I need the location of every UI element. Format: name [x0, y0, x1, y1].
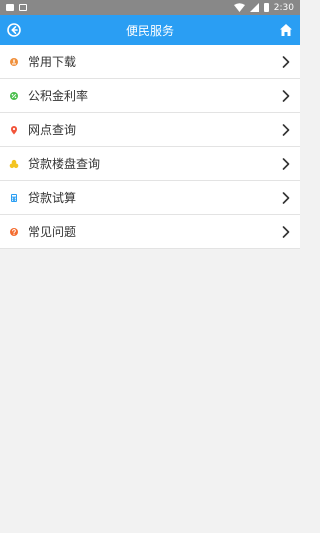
chevron-right-icon: [282, 225, 290, 238]
menu-item-fund-rate[interactable]: 公积金利率: [0, 79, 300, 113]
menu-item-loan-property-search[interactable]: 贷款楼盘查询: [0, 147, 300, 181]
download-icon: [9, 57, 19, 67]
building-coins-icon: [9, 159, 19, 169]
menu-item-label: 网点查询: [28, 123, 77, 137]
menu-item-branch-search[interactable]: 网点查询: [0, 113, 300, 147]
chevron-right-icon: [282, 55, 290, 68]
menu-item-label: 常用下载: [28, 55, 77, 69]
status-time: 2:30: [273, 2, 294, 13]
location-pin-icon: [9, 125, 19, 135]
menu-item-label: 贷款楼盘查询: [28, 157, 101, 171]
service-menu-list: 常用下载 公积金利率 网点查询 贷款楼盘查询 贷款试算 常见问题: [0, 45, 300, 249]
back-button[interactable]: [6, 22, 22, 38]
chevron-right-icon: [282, 157, 290, 170]
menu-item-faq[interactable]: 常见问题: [0, 215, 300, 249]
app-notification-icon: [19, 4, 27, 11]
battery-icon: [263, 3, 269, 12]
menu-item-label: 贷款试算: [28, 191, 77, 205]
signal-icon: [249, 3, 259, 12]
wifi-icon: [233, 3, 245, 12]
status-bar: 2:30: [0, 0, 300, 15]
status-left: [6, 4, 27, 11]
menu-item-downloads[interactable]: 常用下载: [0, 45, 300, 79]
calculator-icon: [9, 193, 19, 203]
page-title: 便民服务: [125, 23, 174, 38]
menu-item-label: 常见问题: [28, 225, 77, 239]
back-arrow-icon: [7, 23, 21, 37]
menu-item-label: 公积金利率: [28, 89, 89, 103]
chevron-right-icon: [282, 123, 290, 136]
question-icon: [9, 227, 19, 237]
app-bar: 便民服务: [0, 15, 300, 45]
menu-item-loan-calculator[interactable]: 贷款试算: [0, 181, 300, 215]
notification-icon: [6, 4, 14, 11]
chevron-right-icon: [282, 191, 290, 204]
status-right: 2:30: [233, 2, 294, 13]
home-button[interactable]: [278, 22, 294, 38]
chevron-right-icon: [282, 89, 290, 102]
rate-icon: [9, 91, 19, 101]
home-icon: [280, 24, 292, 36]
